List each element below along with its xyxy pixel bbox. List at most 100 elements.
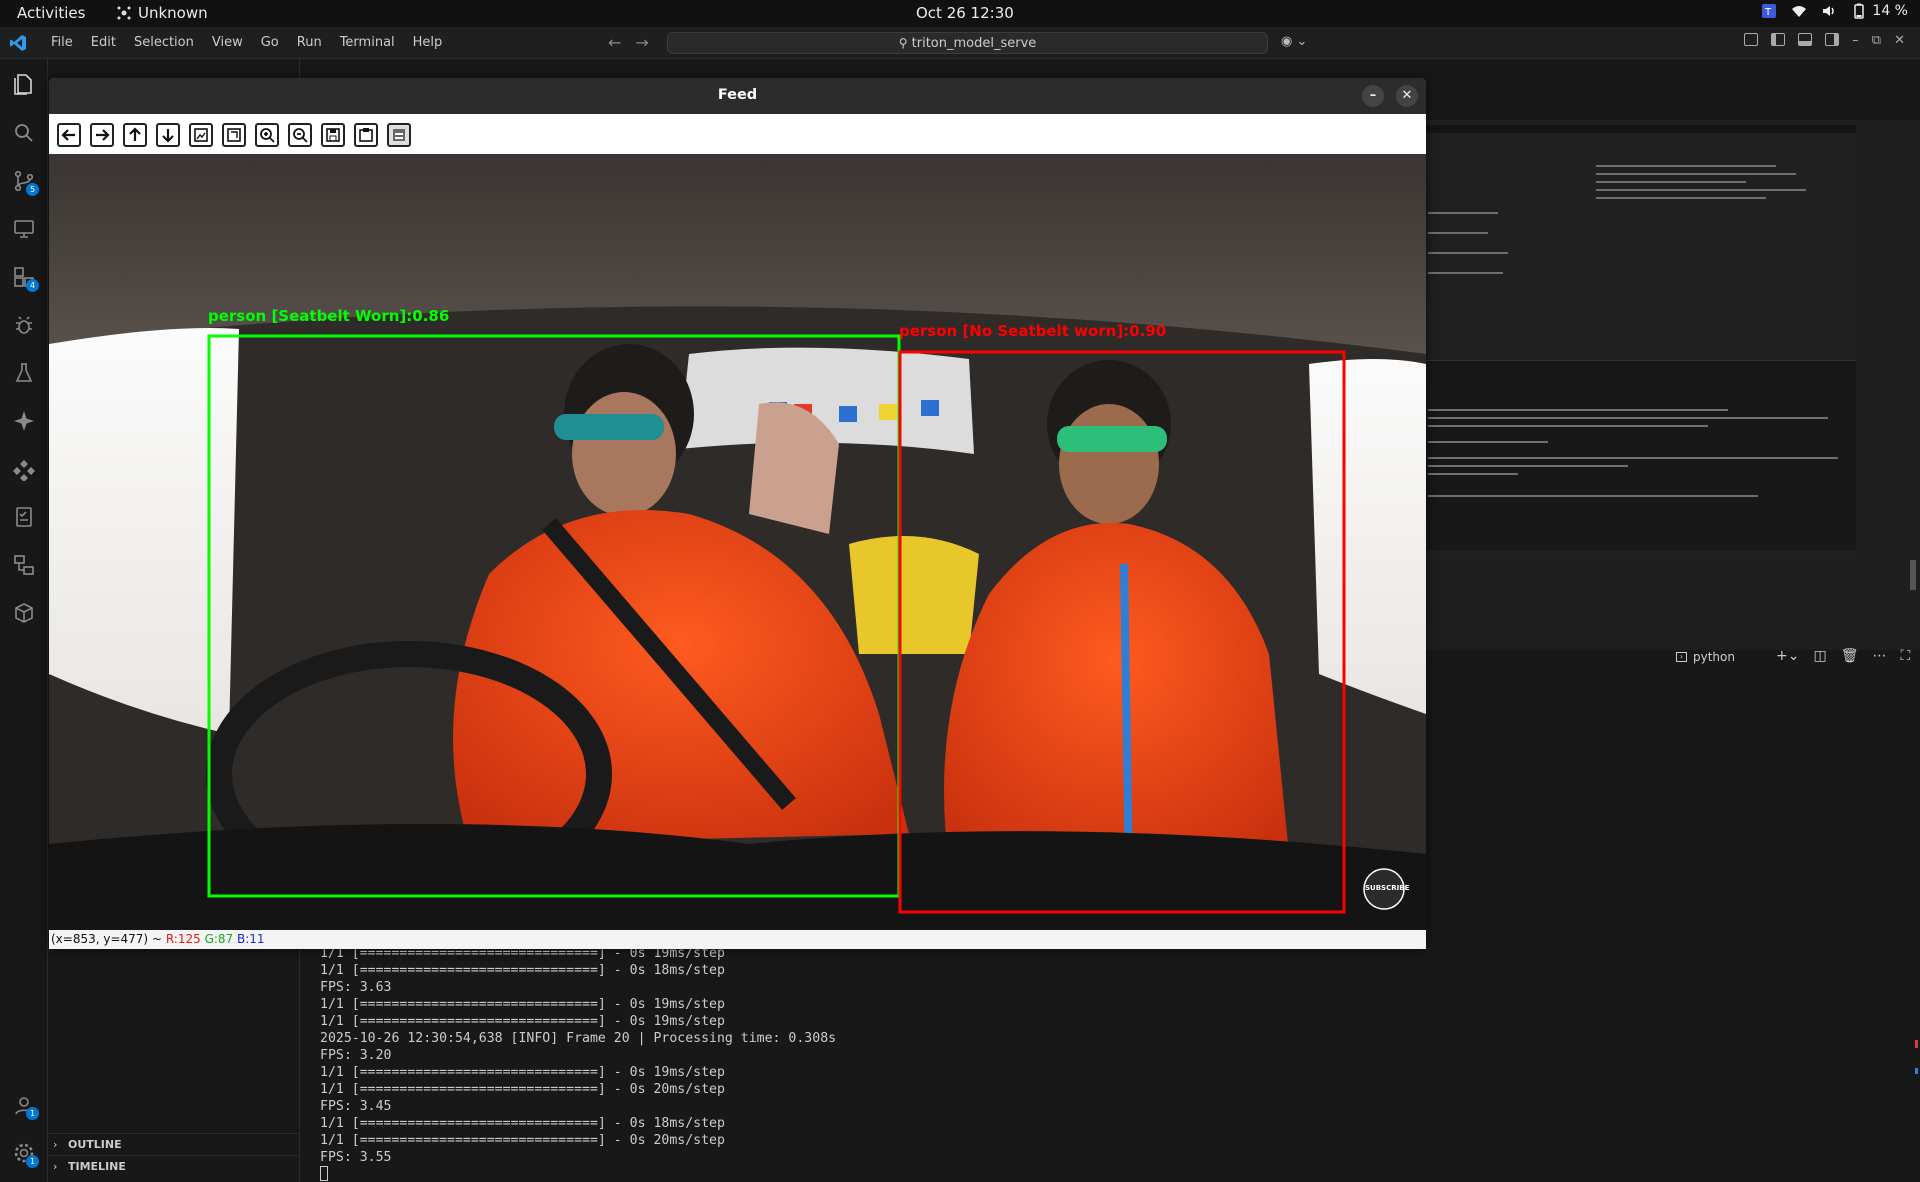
thumbnail-text-line (1428, 409, 1728, 411)
passenger-face (1059, 404, 1159, 524)
new-terminal-icon[interactable]: +⌄ (1776, 648, 1799, 664)
accounts-icon[interactable]: 1 (12, 1093, 39, 1120)
battery-indicator[interactable]: 14 % (1851, 3, 1908, 19)
driver-face (572, 392, 676, 516)
copilot-menu-icon[interactable]: ◉ ⌄ (1281, 34, 1307, 49)
terminal-tab-python[interactable]: › python (1676, 650, 1735, 664)
pan-right-icon[interactable] (90, 123, 114, 147)
panel-scrollbar[interactable] (1910, 560, 1916, 590)
thumbnail-terminal (1426, 360, 1856, 550)
app-menu[interactable]: Unknown (116, 4, 208, 22)
terminal-text: 1/1 [==============================] - 0… (320, 945, 836, 1182)
menu-go[interactable]: Go (252, 35, 288, 50)
video-frame[interactable]: person [Seatbelt Worn]:0.86 person [No S… (49, 154, 1426, 930)
extensions-icon[interactable] (12, 457, 36, 482)
save-image-icon[interactable] (321, 123, 345, 147)
workspace-name: triton_model_serve (911, 36, 1037, 51)
copilot-icon[interactable] (12, 409, 36, 433)
editor-preview-thumbnail (1426, 120, 1856, 560)
close-icon[interactable]: ✕ (1396, 85, 1418, 107)
testing-icon[interactable] (12, 361, 36, 385)
outline-label: OUTLINE (68, 1138, 122, 1151)
outline-section[interactable]: › OUTLINE (48, 1133, 300, 1155)
files-icon[interactable] (12, 72, 36, 96)
properties-icon[interactable] (387, 123, 411, 147)
menu-help[interactable]: Help (404, 35, 452, 50)
bug-icon[interactable] (12, 313, 36, 337)
zoom-out-icon[interactable] (288, 123, 312, 147)
kill-terminal-icon[interactable]: 🗑 (1841, 648, 1859, 664)
menu-view[interactable]: View (203, 35, 252, 50)
more-actions-icon[interactable]: ⋯ (1872, 648, 1886, 664)
scrollbar-marker (1915, 1068, 1918, 1074)
input-method-icon[interactable]: T (1761, 3, 1777, 19)
terminal-line: 1/1 [==============================] - 0… (320, 1133, 725, 1148)
manage-gear-icon[interactable]: 1 (12, 1141, 39, 1168)
wifi-icon[interactable] (1791, 3, 1807, 19)
activities-button[interactable]: Activities (17, 4, 85, 22)
pixel-blue: B:11 (237, 932, 265, 946)
search-icon[interactable] (12, 121, 36, 145)
terminal-line: 1/1 [==============================] - 0… (320, 1014, 725, 1029)
maximize-panel-icon[interactable]: ⛶ (1900, 648, 1910, 664)
command-center[interactable]: ⚲ triton_model_serve (667, 32, 1268, 54)
menu-edit[interactable]: Edit (82, 35, 125, 50)
zoom-original-icon[interactable] (222, 123, 246, 147)
connections-icon[interactable] (12, 553, 36, 577)
terminal-output[interactable]: 1/1 [==============================] - 0… (300, 945, 1900, 1182)
containers-icon[interactable] (12, 601, 36, 625)
video-frame-canvas (49, 154, 1426, 930)
pan-left-icon[interactable] (57, 123, 81, 147)
pixel-red: R:125 (165, 932, 201, 946)
toggle-panel-icon[interactable] (1798, 33, 1813, 46)
customize-layout-icon[interactable] (1744, 33, 1759, 46)
restore-icon[interactable]: ⧉ (1872, 33, 1881, 48)
right-window (1309, 359, 1426, 714)
thumbnail-text-line (1596, 165, 1776, 167)
thumbnail-text-line (1428, 425, 1708, 427)
pixel-green: G:87 (204, 932, 234, 946)
thumbnail-text-line (1428, 457, 1838, 459)
chevron-right-icon: › (53, 1138, 58, 1151)
forward-arrow-icon[interactable]: → (635, 33, 648, 52)
zoom-fit-icon[interactable] (189, 123, 213, 147)
detection-label-seatbelt-worn: person [Seatbelt Worn]:0.86 (208, 307, 450, 325)
minimize-icon[interactable]: – (1362, 85, 1384, 107)
menu-terminal[interactable]: Terminal (331, 35, 404, 50)
back-arrow-icon[interactable]: ← (608, 33, 621, 52)
run-debug-icon[interactable]: 4 (12, 265, 39, 292)
checklist-icon[interactable] (12, 505, 36, 529)
thumbnail-text-line (1428, 272, 1503, 274)
timeline-section[interactable]: › TIMELINE (48, 1155, 300, 1177)
minimize-icon[interactable]: – (1852, 33, 1859, 48)
menu-file[interactable]: File (42, 35, 82, 50)
terminal-actions: +⌄ ◫ 🗑 ⋯ ⛶ ✕ (1776, 648, 1920, 664)
zoom-in-icon[interactable] (255, 123, 279, 147)
toggle-secondary-sidebar-icon[interactable] (1825, 33, 1840, 46)
terminal-icon: › (1676, 652, 1687, 662)
terminal-line: 1/1 [==============================] - 0… (320, 1082, 725, 1097)
thumbnail-text-line (1428, 495, 1758, 497)
passenger-sunglasses (1057, 426, 1167, 452)
battery-percent: 14 % (1872, 3, 1908, 19)
source-control-badge: 5 (26, 183, 39, 196)
pan-down-icon[interactable] (156, 123, 180, 147)
source-control-icon[interactable]: 5 (12, 169, 39, 196)
accounts-badge: 1 (26, 1107, 39, 1120)
split-terminal-icon[interactable]: ◫ (1813, 648, 1826, 664)
pan-up-icon[interactable] (123, 123, 147, 147)
terminal-shell-label: python (1693, 650, 1735, 664)
volume-icon[interactable] (1821, 3, 1837, 19)
thumbnail-text-line (1596, 181, 1746, 183)
feed-window: Feed – ✕ person [Seatbelt Worn]:0.86 per… (49, 78, 1426, 949)
menu-selection[interactable]: Selection (125, 35, 203, 50)
toggle-primary-sidebar-icon[interactable] (1771, 33, 1786, 46)
clock[interactable]: Oct 26 12:30 (916, 4, 1014, 22)
feed-titlebar[interactable]: Feed – ✕ (49, 78, 1426, 114)
system-tray[interactable]: T 14 % (1761, 3, 1908, 19)
terminal-line: 1/1 [==============================] - 0… (320, 1116, 725, 1131)
copy-image-icon[interactable] (354, 123, 378, 147)
remote-explorer-icon[interactable] (12, 217, 36, 241)
menu-run[interactable]: Run (288, 35, 331, 50)
close-icon[interactable]: ✕ (1894, 33, 1905, 48)
